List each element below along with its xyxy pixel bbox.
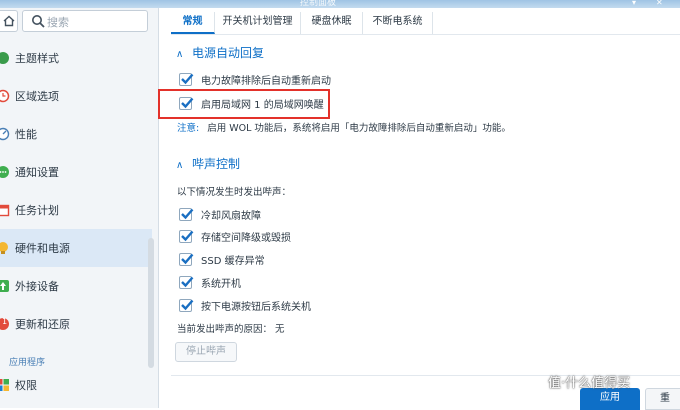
checkmark-icon — [181, 73, 194, 84]
power-recovery-section-header[interactable]: ∧ 电源自动回复 — [176, 44, 264, 61]
sidebar-item-label: 通知设置 — [15, 166, 59, 179]
sidebar-item-external-devices[interactable]: 外接设备 — [0, 267, 152, 305]
beep-ssd-checkbox[interactable] — [179, 252, 194, 266]
beep-ssd-option[interactable]: SSD 缓存异常 — [179, 250, 265, 268]
tab-divider — [171, 34, 680, 35]
chevron-up-icon: ∧ — [176, 160, 184, 171]
sidebar: 搜索 主题样式 区域选项 性能 通知设置 任务计划 硬件和电源 外接设备 1 更… — [0, 8, 159, 408]
sidebar-item-label: 主题样式 — [15, 52, 59, 65]
beep-shutdown-checkbox[interactable] — [179, 298, 194, 312]
update-badge-count: 1 — [2, 317, 8, 326]
stop-beep-button[interactable]: 停止哔声 — [175, 342, 237, 362]
tab-bar: 常规 开关机计划管理 硬盘休眠 不断电系统 — [171, 12, 680, 34]
sidebar-item-hardware-power[interactable]: 硬件和电源 — [0, 229, 152, 267]
sidebar-item-region[interactable]: 区域选项 — [0, 77, 152, 115]
beep-boot-option[interactable]: 系统开机 — [179, 273, 241, 291]
window-titlebar: 控制面板 ▾ ✕ — [0, 0, 680, 8]
checkmark-icon — [181, 276, 194, 287]
minimize-icon[interactable]: ▾ — [632, 0, 642, 7]
windows-grid-icon — [0, 379, 9, 391]
current-beep-reason: 当前发出哔声的原因： 无 — [177, 324, 285, 335]
checkmark-icon — [181, 208, 194, 219]
sidebar-item-theme[interactable]: 主题样式 — [0, 39, 152, 77]
external-device-icon — [0, 280, 9, 292]
checkmark-icon — [181, 230, 194, 241]
watermark: 值·什么值得买 — [548, 376, 631, 391]
beep-ssd-label: SSD 缓存异常 — [201, 255, 265, 267]
auto-restart-label: 电力故障排除后自动重新启动 — [201, 75, 331, 87]
sidebar-scrollbar[interactable] — [148, 238, 154, 368]
search-placeholder: 搜索 — [47, 16, 69, 29]
chevron-up-icon: ∧ — [176, 49, 184, 60]
clock-icon — [0, 89, 10, 103]
home-icon — [3, 15, 14, 27]
lightbulb-icon — [0, 242, 8, 254]
home-button[interactable] — [0, 10, 18, 32]
beep-intro: 以下情况发生时发出哔声： — [177, 187, 292, 198]
beep-section-header[interactable]: ∧ 哔声控制 — [176, 155, 240, 172]
power-recovery-title: 电源自动回复 — [192, 46, 265, 60]
wol-note: 注意: 启用 WOL 功能后，系统将启用「电力故障排除后自动重新启动」功能。 — [177, 120, 511, 134]
search-icon — [32, 15, 45, 28]
beep-shutdown-label: 按下电源按钮后系统关机 — [201, 301, 311, 313]
checkmark-icon — [181, 299, 194, 310]
apply-button[interactable]: 应用 — [580, 388, 640, 410]
beep-boot-label: 系统开机 — [201, 278, 241, 290]
sidebar-item-privileges[interactable]: 权限 — [0, 366, 152, 404]
tab-hdd-hibernation[interactable]: 硬盘休眠 — [301, 12, 363, 34]
sidebar-item-label: 任务计划 — [15, 204, 59, 217]
tab-ups[interactable]: 不断电系统 — [363, 12, 433, 34]
window-title: 控制面板 — [300, 0, 337, 8]
sidebar-item-label: 外接设备 — [15, 280, 59, 293]
sidebar-item-label: 更新和还原 — [15, 318, 70, 331]
auto-restart-option[interactable]: 电力故障排除后自动重新启动 — [179, 70, 331, 88]
beep-fan-label: 冷却风扇故障 — [201, 210, 261, 222]
search-input[interactable]: 搜索 — [22, 10, 148, 32]
tab-general[interactable]: 常规 — [171, 12, 215, 34]
sidebar-item-label: 硬件和电源 — [15, 242, 70, 255]
sidebar-item-performance[interactable]: 性能 — [0, 115, 152, 153]
beep-shutdown-option[interactable]: 按下电源按钮后系统关机 — [179, 296, 311, 314]
beep-boot-checkbox[interactable] — [179, 275, 194, 289]
sidebar-item-label: 权限 — [15, 379, 37, 392]
performance-icon — [0, 127, 10, 141]
beep-storage-option[interactable]: 存储空间降级或毁损 — [179, 227, 291, 245]
sidebar-item-update-restore[interactable]: 1 更新和还原 — [0, 305, 152, 343]
calendar-icon — [0, 204, 10, 217]
sidebar-item-notification[interactable]: 通知设置 — [0, 153, 152, 191]
beep-title: 哔声控制 — [192, 157, 241, 171]
beep-fan-checkbox[interactable] — [179, 207, 194, 221]
red-highlight-box — [158, 89, 330, 119]
checkmark-icon — [181, 253, 194, 264]
sidebar-item-task-scheduler[interactable]: 任务计划 — [0, 191, 152, 229]
note-label: 注意: — [177, 123, 200, 134]
beep-fan-option[interactable]: 冷却风扇故障 — [179, 205, 261, 223]
auto-restart-checkbox[interactable] — [179, 72, 194, 86]
sidebar-item-label: 性能 — [15, 128, 37, 141]
tab-power-schedule[interactable]: 开关机计划管理 — [215, 12, 301, 34]
note-text: 启用 WOL 功能后，系统将启用「电力故障排除后自动重新启动」功能。 — [207, 123, 511, 134]
beep-storage-label: 存储空间降级或毁损 — [201, 232, 291, 244]
close-icon[interactable]: ✕ — [656, 0, 666, 7]
beep-storage-checkbox[interactable] — [179, 229, 194, 243]
chat-icon — [0, 166, 9, 178]
reset-button[interactable]: 重 — [645, 388, 680, 410]
theme-icon — [0, 52, 9, 64]
sidebar-item-label: 区域选项 — [15, 90, 59, 103]
